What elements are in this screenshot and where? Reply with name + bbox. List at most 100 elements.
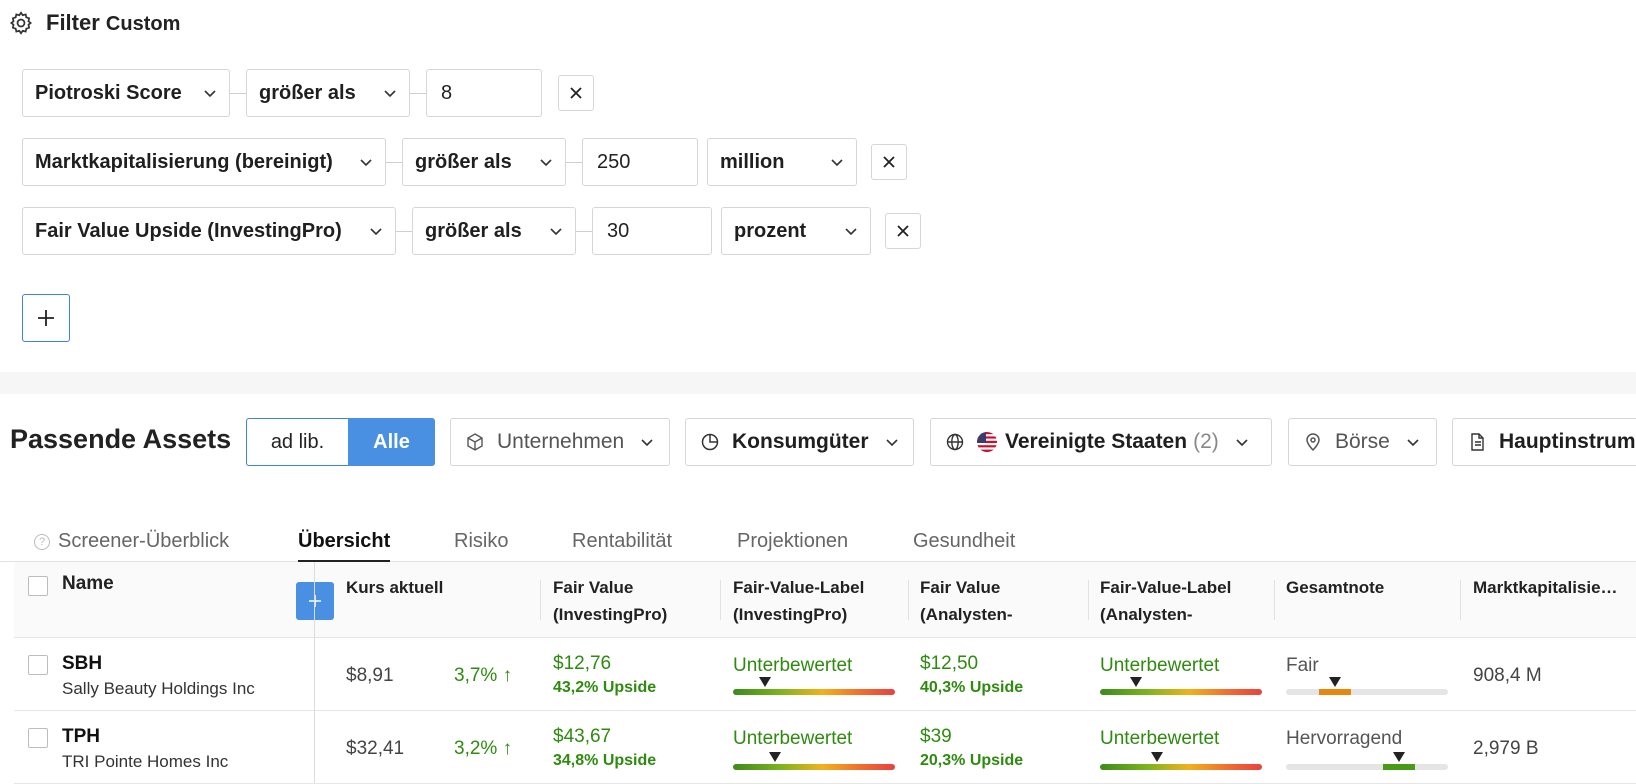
remove-filter-button[interactable] bbox=[558, 75, 594, 111]
filter-unit-select[interactable]: million bbox=[707, 138, 857, 186]
country-count: (2) bbox=[1193, 430, 1219, 453]
chevron-down-icon bbox=[885, 439, 898, 447]
filter-value-input[interactable]: 8 bbox=[426, 69, 542, 117]
chevron-down-icon bbox=[550, 228, 562, 236]
arrow-up-icon: ↑ bbox=[502, 738, 513, 759]
close-icon bbox=[570, 87, 582, 99]
col-fv-pro[interactable]: Fair Value (InvestingPro) bbox=[553, 574, 667, 628]
filter-field-select[interactable]: Fair Value Upside (InvestingPro) bbox=[22, 207, 396, 255]
filter-operator-label: größer als bbox=[259, 81, 356, 104]
fair-value-label-analyst: Unterbewertet bbox=[1100, 728, 1220, 749]
tab-risk[interactable]: Risiko bbox=[454, 530, 508, 553]
connector bbox=[230, 92, 246, 94]
gauge-marker bbox=[1150, 752, 1163, 762]
filter-unit-label: prozent bbox=[734, 219, 807, 242]
market-cap: 908,4 M bbox=[1473, 665, 1542, 686]
col-fvl-pro[interactable]: Fair-Value-Label (InvestingPro) bbox=[733, 574, 864, 628]
country-filter-dropdown[interactable]: Vereinigte Staaten (2) bbox=[930, 418, 1272, 466]
filter-value-input[interactable]: 30 bbox=[592, 207, 712, 255]
company-name: Sally Beauty Holdings Inc bbox=[62, 679, 255, 698]
col-price[interactable]: Kurs aktuell bbox=[346, 574, 443, 601]
globe-icon bbox=[946, 433, 964, 451]
tab-projections[interactable]: Projektionen bbox=[737, 530, 848, 553]
close-icon bbox=[897, 225, 909, 237]
add-filter-button[interactable] bbox=[22, 294, 70, 342]
gear-icon[interactable] bbox=[8, 10, 34, 36]
filter-value-input[interactable]: 250 bbox=[582, 138, 698, 186]
filter-operator-label: größer als bbox=[415, 150, 512, 173]
tab-health[interactable]: Gesundheit bbox=[913, 530, 1015, 553]
exchange-filter-dropdown[interactable]: Börse bbox=[1288, 418, 1437, 466]
fair-value-analyst: $12,50 bbox=[920, 653, 979, 674]
col-name[interactable]: Name bbox=[62, 570, 114, 597]
arrow-up-icon: ↑ bbox=[502, 665, 513, 686]
connector bbox=[396, 230, 412, 232]
col-fv-analyst[interactable]: Fair Value (Analysten- bbox=[920, 574, 1013, 628]
grade-gauge-fill bbox=[1383, 752, 1416, 770]
instrument-filter-dropdown[interactable]: Hauptinstrum bbox=[1452, 418, 1636, 466]
filter-field-select[interactable]: Piotroski Score bbox=[22, 69, 230, 117]
add-column-button[interactable] bbox=[296, 582, 334, 620]
chevron-down-icon bbox=[1236, 439, 1248, 447]
cube-icon bbox=[467, 433, 483, 451]
industry-filter-dropdown[interactable]: Konsumgüter bbox=[685, 418, 914, 466]
sector-filter-dropdown[interactable]: Unternehmen bbox=[450, 418, 670, 466]
current-price: $8,91 bbox=[346, 665, 394, 686]
chevron-down-icon bbox=[360, 159, 372, 167]
tab-overview[interactable]: Übersicht bbox=[298, 530, 391, 564]
col-fvl-analyst[interactable]: Fair-Value-Label (Analysten- bbox=[1100, 574, 1231, 628]
grade-gauge-fill bbox=[1318, 677, 1351, 695]
fair-value-analyst-upside: 40,3% Upside bbox=[920, 679, 1024, 696]
filter-row-piotroski: Piotroski Score größer als 8 bbox=[22, 69, 594, 117]
grade-gauge bbox=[1286, 752, 1448, 770]
ticker[interactable]: TPH bbox=[62, 726, 100, 748]
connector bbox=[576, 230, 592, 232]
filter-unit-select[interactable]: prozent bbox=[721, 207, 871, 255]
gauge-marker bbox=[1129, 677, 1142, 687]
price-change-value: 3,7% bbox=[454, 665, 498, 686]
pie-chart-icon bbox=[701, 433, 719, 451]
filter-operator-select[interactable]: größer als bbox=[246, 69, 410, 117]
document-icon bbox=[1471, 433, 1484, 451]
select-all-checkbox[interactable] bbox=[28, 576, 48, 596]
row-checkbox[interactable] bbox=[28, 655, 48, 675]
filter-unit-label: million bbox=[720, 150, 785, 173]
overall-grade: Fair bbox=[1286, 655, 1319, 676]
ticker[interactable]: SBH bbox=[62, 653, 102, 675]
chevron-down-icon bbox=[845, 228, 857, 236]
chevron-down-icon bbox=[1407, 439, 1419, 447]
market-cap: 2,979 B bbox=[1473, 738, 1539, 759]
col-grade[interactable]: Gesamtnote bbox=[1286, 574, 1384, 601]
filter-field-select[interactable]: Marktkapitalisierung (bereinigt) bbox=[22, 138, 386, 186]
filter-header: Filter Custom bbox=[8, 10, 180, 36]
row-checkbox[interactable] bbox=[28, 728, 48, 748]
gauge-marker bbox=[1328, 677, 1341, 687]
sector-filter-label: Unternehmen bbox=[497, 430, 625, 453]
gauge-marker bbox=[1393, 752, 1406, 762]
filter-operator-select[interactable]: größer als bbox=[402, 138, 566, 186]
col-separator bbox=[720, 580, 721, 620]
table-row[interactable]: SBH Sally Beauty Holdings Inc $8,91 3,7%… bbox=[14, 639, 1636, 711]
valuation-gauge bbox=[1100, 752, 1262, 770]
tab-screener-overview[interactable]: ? Screener-Überblick bbox=[34, 530, 229, 553]
table-row[interactable]: TPH TRI Pointe Homes Inc $32,41 3,2% ↑ $… bbox=[14, 712, 1636, 784]
fair-value-label-analyst: Unterbewertet bbox=[1100, 655, 1220, 676]
location-pin-icon bbox=[1306, 433, 1320, 452]
fair-value-label-pro: Unterbewertet bbox=[733, 655, 853, 676]
tab-profitability[interactable]: Rentabilität bbox=[572, 530, 672, 553]
filter-row-marketcap: Marktkapitalisierung (bereinigt) größer … bbox=[22, 138, 907, 186]
filter-operator-select[interactable]: größer als bbox=[412, 207, 576, 255]
col-marketcap[interactable]: Marktkapitalisie… bbox=[1473, 574, 1618, 601]
chevron-down-icon bbox=[384, 90, 396, 98]
table-header: Name Kurs aktuell Fair Value (InvestingPr… bbox=[14, 562, 1636, 638]
remove-filter-button[interactable] bbox=[885, 213, 921, 249]
toggle-all[interactable]: Alle bbox=[348, 418, 435, 466]
remove-filter-button[interactable] bbox=[871, 144, 907, 180]
price-change: 3,2% ↑ bbox=[454, 738, 512, 760]
filter-row-fairvalue: Fair Value Upside (InvestingPro) größer … bbox=[22, 207, 921, 255]
toggle-ad-lib[interactable]: ad lib. bbox=[246, 418, 348, 466]
plus-icon bbox=[309, 595, 321, 607]
country-filter-label: Vereinigte Staaten bbox=[1005, 430, 1188, 453]
fair-value-analyst-upside: 20,3% Upside bbox=[920, 752, 1024, 769]
filter-operator-label: größer als bbox=[425, 219, 522, 242]
